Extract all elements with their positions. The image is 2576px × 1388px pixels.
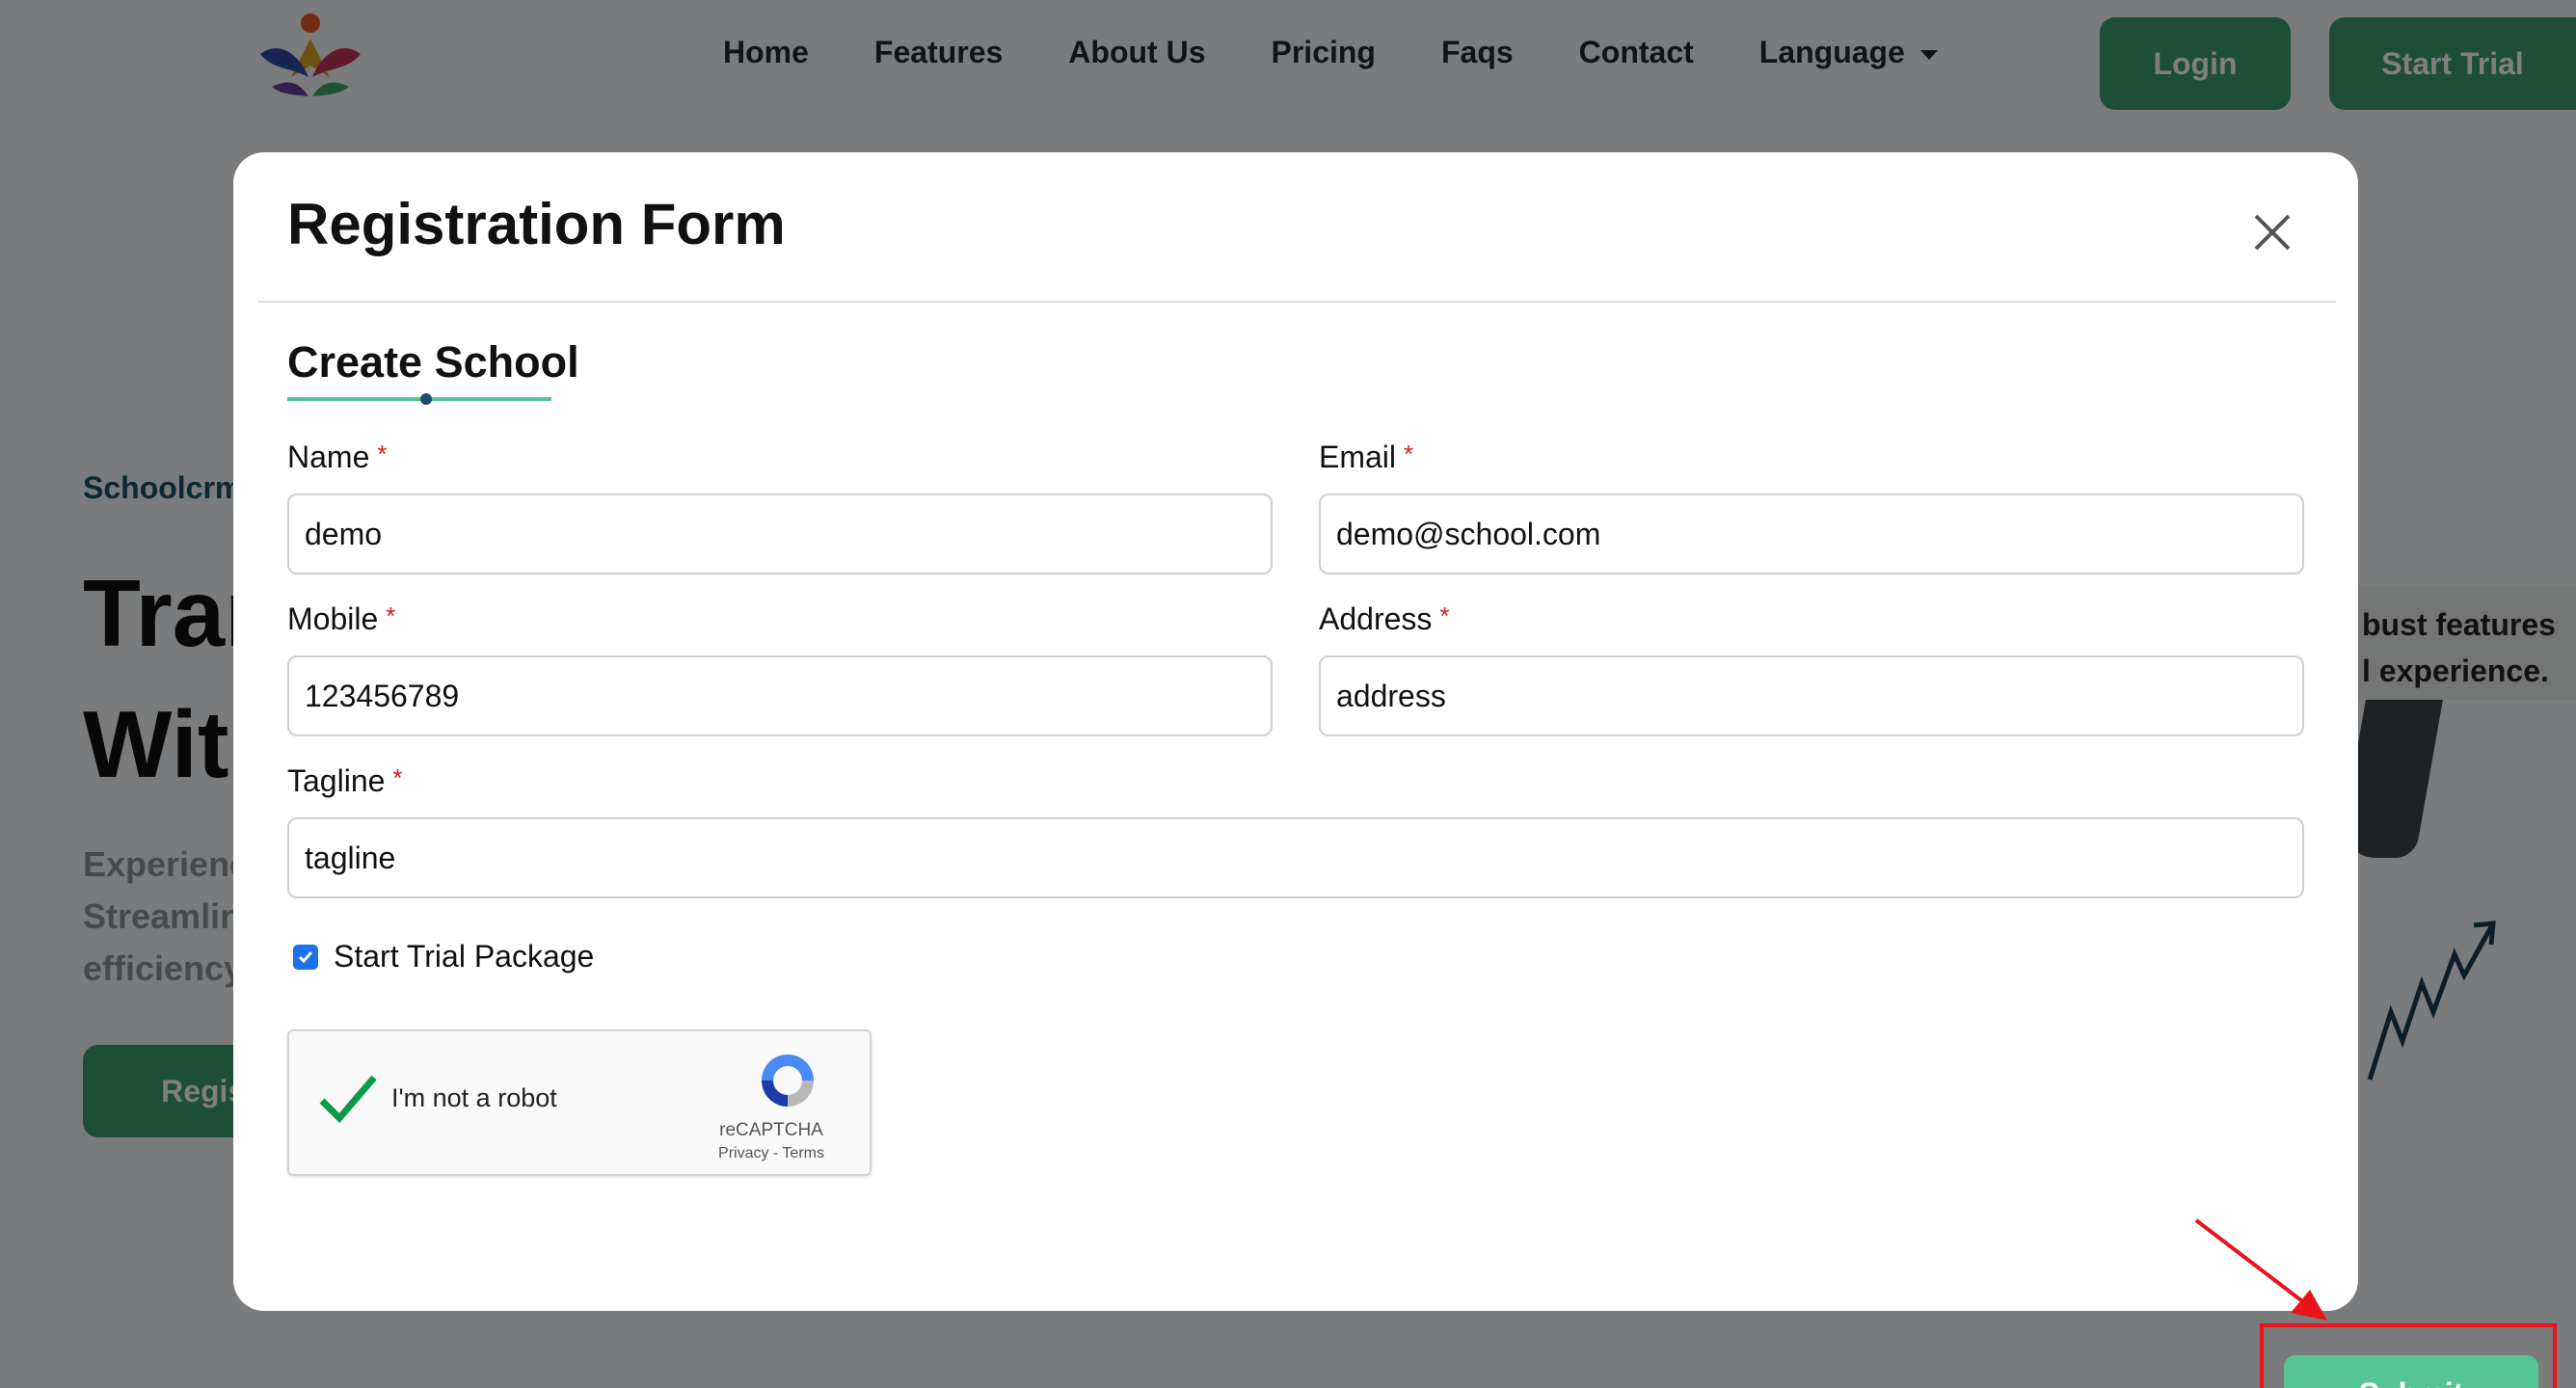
modal-title: Registration Form: [287, 192, 786, 256]
address-label-text: Address: [1319, 601, 1433, 636]
mobile-input[interactable]: [287, 655, 1273, 736]
trial-package-row[interactable]: Start Trial Package: [293, 939, 594, 974]
required-asterisk: *: [1439, 601, 1450, 630]
section-title: Create School: [287, 337, 579, 387]
mobile-label: Mobile *: [287, 601, 395, 637]
required-asterisk: *: [386, 601, 396, 630]
tagline-label: Tagline *: [287, 763, 403, 799]
email-input[interactable]: [1319, 494, 2304, 574]
annotation-arrow-icon: [2194, 1218, 2327, 1321]
checkmark-icon: [298, 950, 313, 963]
address-input[interactable]: [1319, 655, 2304, 736]
recaptcha-label: I'm not a robot: [391, 1083, 557, 1112]
recaptcha-widget[interactable]: I'm not a robot reCAPTCHA Privacy - Term…: [287, 1029, 872, 1176]
section-underline-dot: [420, 393, 432, 405]
tagline-label-text: Tagline: [287, 763, 386, 798]
recaptcha-links[interactable]: Privacy - Terms: [684, 1145, 858, 1162]
required-asterisk: *: [1404, 440, 1414, 468]
recaptcha-logo-icon: [762, 1054, 814, 1107]
required-asterisk: *: [377, 440, 388, 468]
email-label: Email *: [1319, 440, 1413, 475]
recaptcha-checkmark-icon[interactable]: [318, 1072, 378, 1126]
trial-package-label[interactable]: Start Trial Package: [334, 939, 594, 974]
close-icon[interactable]: [2248, 208, 2296, 256]
required-asterisk: *: [392, 763, 403, 792]
address-label: Address *: [1319, 601, 1450, 637]
recaptcha-brand: reCAPTCHA: [719, 1120, 823, 1140]
tagline-input[interactable]: [287, 817, 2304, 898]
submit-button[interactable]: Submit: [2284, 1355, 2538, 1388]
registration-modal: Registration Form Create School Name* Em…: [233, 152, 2557, 1388]
name-label: Name *: [287, 440, 387, 475]
name-input[interactable]: [287, 494, 1273, 574]
email-label-text: Email: [1319, 440, 1397, 474]
modal-divider: [257, 301, 2336, 303]
section-underline: [287, 397, 551, 401]
mobile-label-text: Mobile: [287, 601, 379, 636]
name-label-text: Name: [287, 440, 370, 474]
trial-package-checkbox[interactable]: [293, 944, 318, 970]
